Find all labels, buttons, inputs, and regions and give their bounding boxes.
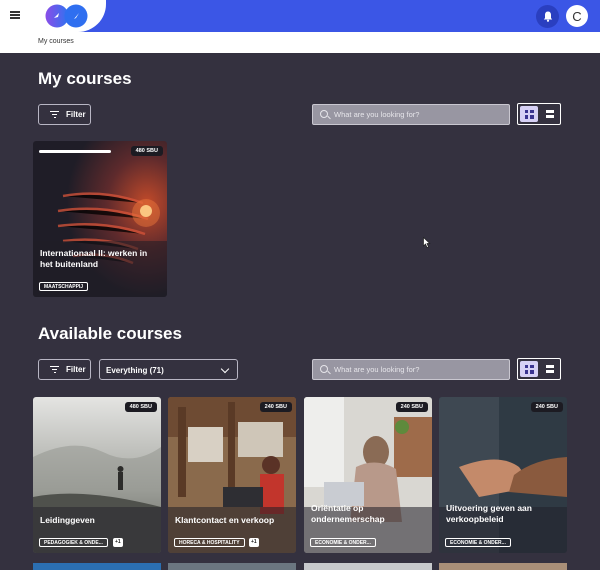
course-image xyxy=(304,397,432,553)
chevron-down-icon xyxy=(220,364,230,374)
next-row-card xyxy=(304,563,432,570)
course-image xyxy=(439,397,567,553)
notifications-button[interactable] xyxy=(536,5,559,28)
sbu-badge: 240 SBU xyxy=(395,402,428,412)
available-view-toggle xyxy=(517,358,561,380)
course-tag: HORECA & HOSPITALITY xyxy=(174,538,245,547)
available-courses-title: Available courses xyxy=(38,324,182,343)
course-card-uitvoering[interactable]: 240 SBU Uitvoering geven aan verkoopbele… xyxy=(439,397,567,553)
sbu-badge: 480 SBU xyxy=(124,402,157,412)
course-title: Leidinggeven xyxy=(40,515,95,526)
mouse-cursor-icon xyxy=(423,237,431,248)
filter-icon xyxy=(50,366,59,373)
course-image xyxy=(33,141,167,297)
app-logo[interactable] xyxy=(45,4,88,28)
available-search-input[interactable] xyxy=(334,362,504,377)
sbu-badge: 240 SBU xyxy=(530,402,563,412)
extra-tags-badge: +1 xyxy=(249,538,259,547)
sbu-badge: 240 SBU xyxy=(259,402,292,412)
course-title-line1: Uitvoering geven aan xyxy=(446,503,532,513)
sbu-badge: 480 SBU xyxy=(130,146,163,156)
my-courses-search-input[interactable] xyxy=(334,107,504,122)
next-row-card xyxy=(168,563,296,570)
filter-label: Filter xyxy=(66,365,86,374)
course-title: Klantcontact en verkoop xyxy=(175,515,274,526)
course-tag: MAATSCHAPPIJ xyxy=(39,282,89,291)
grid-view-icon[interactable] xyxy=(520,106,538,122)
filter-label: Filter xyxy=(66,110,86,119)
course-tag: PEDAGOGIEK & ONDE... xyxy=(39,538,108,547)
course-title: Oriëntatie op ondernemerschap xyxy=(311,503,385,525)
my-courses-title: My courses xyxy=(38,69,132,88)
available-search[interactable] xyxy=(312,359,510,380)
search-icon xyxy=(320,110,328,118)
course-tag: ECONOMIE & ONDER... xyxy=(310,538,376,547)
top-header: C xyxy=(0,0,600,32)
course-title: Internationaal II: werken in het buitenl… xyxy=(40,248,147,270)
course-tag: ECONOMIE & ONDER... xyxy=(445,538,511,547)
next-row-card xyxy=(439,563,567,570)
course-title-line1: Leidinggeven xyxy=(40,515,95,525)
course-image xyxy=(33,397,161,553)
grid-view-icon[interactable] xyxy=(520,361,538,377)
my-courses-search[interactable] xyxy=(312,104,510,125)
course-title-line2: ondernemerschap xyxy=(311,514,385,524)
hamburger-icon[interactable] xyxy=(10,11,20,19)
course-title-line1: Klantcontact en verkoop xyxy=(175,515,275,525)
my-courses-filter-button[interactable]: Filter xyxy=(38,104,91,125)
list-view-icon[interactable] xyxy=(541,361,559,377)
next-row-card xyxy=(33,563,161,570)
course-title-line1: Oriëntatie op xyxy=(311,503,364,513)
list-view-icon[interactable] xyxy=(541,106,559,122)
user-avatar[interactable]: C xyxy=(566,5,588,27)
bell-icon xyxy=(543,11,552,22)
available-filter-button[interactable]: Filter xyxy=(38,359,91,380)
breadcrumb-bar: My courses xyxy=(0,32,600,53)
extra-tags-badge: +1 xyxy=(113,538,123,547)
course-title: Uitvoering geven aan verkoopbeleid xyxy=(446,503,532,525)
category-select-value: Everything (71) xyxy=(106,366,164,375)
course-card-leidinggeven[interactable]: 480 SBU Leidinggeven PEDAGOGIEK & ONDE..… xyxy=(33,397,161,553)
course-card-klantcontact[interactable]: 240 SBU Klantcontact en verkoop HORECA &… xyxy=(168,397,296,553)
course-title-line2: verkoopbeleid xyxy=(446,514,504,524)
course-progress-bar xyxy=(39,150,111,153)
course-card-orientatie[interactable]: 240 SBU Oriëntatie op ondernemerschap EC… xyxy=(304,397,432,553)
course-title-line1: Internationaal II: werken in xyxy=(40,248,148,258)
course-image xyxy=(168,397,296,553)
breadcrumb[interactable]: My courses xyxy=(38,38,74,45)
course-card-internationaal[interactable]: 480 SBU Internationaal II: werken in het… xyxy=(33,141,167,297)
search-icon xyxy=(320,365,328,373)
course-title-line2: het buitenland xyxy=(40,259,99,269)
category-select[interactable]: Everything (71) xyxy=(99,359,238,380)
my-courses-view-toggle xyxy=(517,103,561,125)
filter-icon xyxy=(50,111,59,118)
